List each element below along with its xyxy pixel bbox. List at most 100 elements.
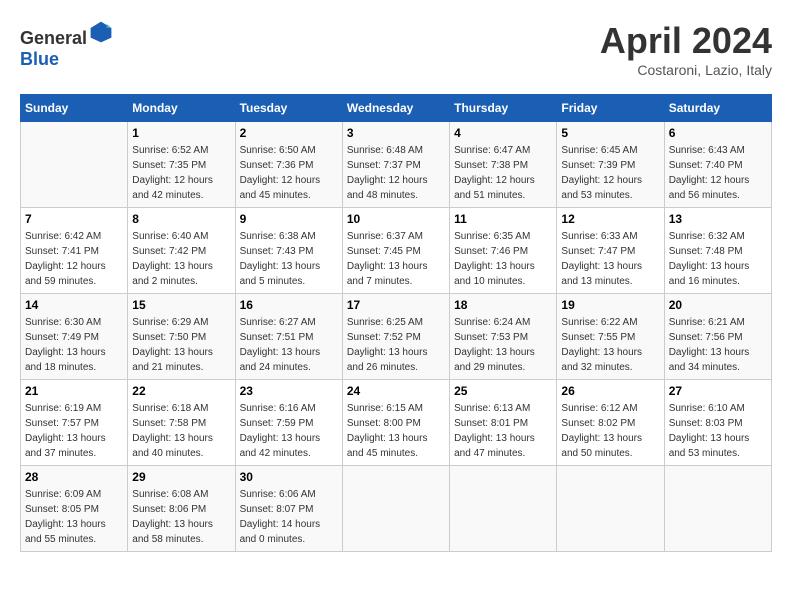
day-number: 22 [132,384,230,398]
day-info: Sunrise: 6:21 AM Sunset: 7:56 PM Dayligh… [669,315,767,375]
day-number: 25 [454,384,552,398]
day-number: 27 [669,384,767,398]
day-cell: 28 Sunrise: 6:09 AM Sunset: 8:05 PM Dayli… [21,466,128,552]
week-row-4: 21 Sunrise: 6:19 AM Sunset: 7:57 PM Dayli… [21,380,772,466]
day-cell: 23 Sunrise: 6:16 AM Sunset: 7:59 PM Dayli… [235,380,342,466]
week-row-1: 1 Sunrise: 6:52 AM Sunset: 7:35 PM Daylig… [21,122,772,208]
week-row-2: 7 Sunrise: 6:42 AM Sunset: 7:41 PM Daylig… [21,208,772,294]
day-cell: 18Sunrise: 6:24 AM Sunset: 7:53 PM Dayli… [450,294,557,380]
day-info: Sunrise: 6:29 AM Sunset: 7:50 PM Dayligh… [132,315,230,375]
day-cell [342,466,449,552]
day-cell: 12 Sunrise: 6:33 AM Sunset: 7:47 PM Dayli… [557,208,664,294]
day-info: Sunrise: 6:13 AM Sunset: 8:01 PM Dayligh… [454,401,552,461]
day-info: Sunrise: 6:32 AM Sunset: 7:48 PM Dayligh… [669,229,767,289]
day-cell: 20Sunrise: 6:21 AM Sunset: 7:56 PM Dayli… [664,294,771,380]
day-info: Sunrise: 6:22 AM Sunset: 7:55 PM Dayligh… [561,315,659,375]
page-header: General Blue April 2024 Costaroni, Lazio… [20,20,772,78]
week-row-3: 14Sunrise: 6:30 AM Sunset: 7:49 PM Dayli… [21,294,772,380]
day-info: Sunrise: 6:25 AM Sunset: 7:52 PM Dayligh… [347,315,445,375]
day-number: 11 [454,212,552,226]
day-number: 21 [25,384,123,398]
day-cell: 10 Sunrise: 6:37 AM Sunset: 7:45 PM Dayli… [342,208,449,294]
day-cell: 24 Sunrise: 6:15 AM Sunset: 8:00 PM Dayli… [342,380,449,466]
day-cell [450,466,557,552]
title-area: April 2024 Costaroni, Lazio, Italy [600,20,772,78]
day-cell: 29 Sunrise: 6:08 AM Sunset: 8:06 PM Dayli… [128,466,235,552]
day-cell: 27 Sunrise: 6:10 AM Sunset: 8:03 PM Dayli… [664,380,771,466]
day-cell [21,122,128,208]
day-cell: 3 Sunrise: 6:48 AM Sunset: 7:37 PM Daylig… [342,122,449,208]
calendar-table: SundayMondayTuesdayWednesdayThursdayFrid… [20,94,772,552]
day-info: Sunrise: 6:18 AM Sunset: 7:58 PM Dayligh… [132,401,230,461]
logo-blue: Blue [20,49,59,69]
header-row: SundayMondayTuesdayWednesdayThursdayFrid… [21,95,772,122]
column-header-thursday: Thursday [450,95,557,122]
day-info: Sunrise: 6:12 AM Sunset: 8:02 PM Dayligh… [561,401,659,461]
logo-text: General Blue [20,20,113,70]
day-number: 24 [347,384,445,398]
day-number: 13 [669,212,767,226]
day-number: 17 [347,298,445,312]
column-header-friday: Friday [557,95,664,122]
day-info: Sunrise: 6:52 AM Sunset: 7:35 PM Dayligh… [132,143,230,203]
day-info: Sunrise: 6:48 AM Sunset: 7:37 PM Dayligh… [347,143,445,203]
day-cell: 1 Sunrise: 6:52 AM Sunset: 7:35 PM Daylig… [128,122,235,208]
week-row-5: 28 Sunrise: 6:09 AM Sunset: 8:05 PM Dayli… [21,466,772,552]
day-number: 12 [561,212,659,226]
day-cell: 11 Sunrise: 6:35 AM Sunset: 7:46 PM Dayli… [450,208,557,294]
day-number: 6 [669,126,767,140]
day-info: Sunrise: 6:06 AM Sunset: 8:07 PM Dayligh… [240,487,338,547]
day-info: Sunrise: 6:42 AM Sunset: 7:41 PM Dayligh… [25,229,123,289]
day-number: 28 [25,470,123,484]
logo-general: General [20,28,87,48]
day-cell: 8 Sunrise: 6:40 AM Sunset: 7:42 PM Daylig… [128,208,235,294]
day-info: Sunrise: 6:27 AM Sunset: 7:51 PM Dayligh… [240,315,338,375]
day-number: 7 [25,212,123,226]
day-info: Sunrise: 6:50 AM Sunset: 7:36 PM Dayligh… [240,143,338,203]
day-info: Sunrise: 6:43 AM Sunset: 7:40 PM Dayligh… [669,143,767,203]
column-header-tuesday: Tuesday [235,95,342,122]
day-number: 29 [132,470,230,484]
day-number: 10 [347,212,445,226]
day-info: Sunrise: 6:19 AM Sunset: 7:57 PM Dayligh… [25,401,123,461]
column-header-sunday: Sunday [21,95,128,122]
day-cell: 7 Sunrise: 6:42 AM Sunset: 7:41 PM Daylig… [21,208,128,294]
day-info: Sunrise: 6:47 AM Sunset: 7:38 PM Dayligh… [454,143,552,203]
day-info: Sunrise: 6:15 AM Sunset: 8:00 PM Dayligh… [347,401,445,461]
day-info: Sunrise: 6:38 AM Sunset: 7:43 PM Dayligh… [240,229,338,289]
day-info: Sunrise: 6:45 AM Sunset: 7:39 PM Dayligh… [561,143,659,203]
day-number: 30 [240,470,338,484]
day-cell: 2 Sunrise: 6:50 AM Sunset: 7:36 PM Daylig… [235,122,342,208]
day-cell: 5 Sunrise: 6:45 AM Sunset: 7:39 PM Daylig… [557,122,664,208]
day-info: Sunrise: 6:10 AM Sunset: 8:03 PM Dayligh… [669,401,767,461]
day-number: 1 [132,126,230,140]
day-number: 23 [240,384,338,398]
day-number: 19 [561,298,659,312]
day-info: Sunrise: 6:35 AM Sunset: 7:46 PM Dayligh… [454,229,552,289]
day-cell: 30 Sunrise: 6:06 AM Sunset: 8:07 PM Dayli… [235,466,342,552]
day-info: Sunrise: 6:08 AM Sunset: 8:06 PM Dayligh… [132,487,230,547]
day-info: Sunrise: 6:37 AM Sunset: 7:45 PM Dayligh… [347,229,445,289]
day-number: 5 [561,126,659,140]
day-number: 2 [240,126,338,140]
day-info: Sunrise: 6:24 AM Sunset: 7:53 PM Dayligh… [454,315,552,375]
month-title: April 2024 [600,20,772,62]
day-number: 3 [347,126,445,140]
day-cell: 6 Sunrise: 6:43 AM Sunset: 7:40 PM Daylig… [664,122,771,208]
day-info: Sunrise: 6:33 AM Sunset: 7:47 PM Dayligh… [561,229,659,289]
day-number: 15 [132,298,230,312]
day-cell: 26Sunrise: 6:12 AM Sunset: 8:02 PM Dayli… [557,380,664,466]
column-header-saturday: Saturday [664,95,771,122]
day-number: 8 [132,212,230,226]
day-cell: 16Sunrise: 6:27 AM Sunset: 7:51 PM Dayli… [235,294,342,380]
day-number: 14 [25,298,123,312]
day-cell [664,466,771,552]
day-info: Sunrise: 6:40 AM Sunset: 7:42 PM Dayligh… [132,229,230,289]
day-cell: 9Sunrise: 6:38 AM Sunset: 7:43 PM Daylig… [235,208,342,294]
day-cell [557,466,664,552]
day-info: Sunrise: 6:09 AM Sunset: 8:05 PM Dayligh… [25,487,123,547]
day-cell: 22 Sunrise: 6:18 AM Sunset: 7:58 PM Dayli… [128,380,235,466]
logo: General Blue [20,20,113,70]
day-cell: 25 Sunrise: 6:13 AM Sunset: 8:01 PM Dayli… [450,380,557,466]
day-info: Sunrise: 6:16 AM Sunset: 7:59 PM Dayligh… [240,401,338,461]
